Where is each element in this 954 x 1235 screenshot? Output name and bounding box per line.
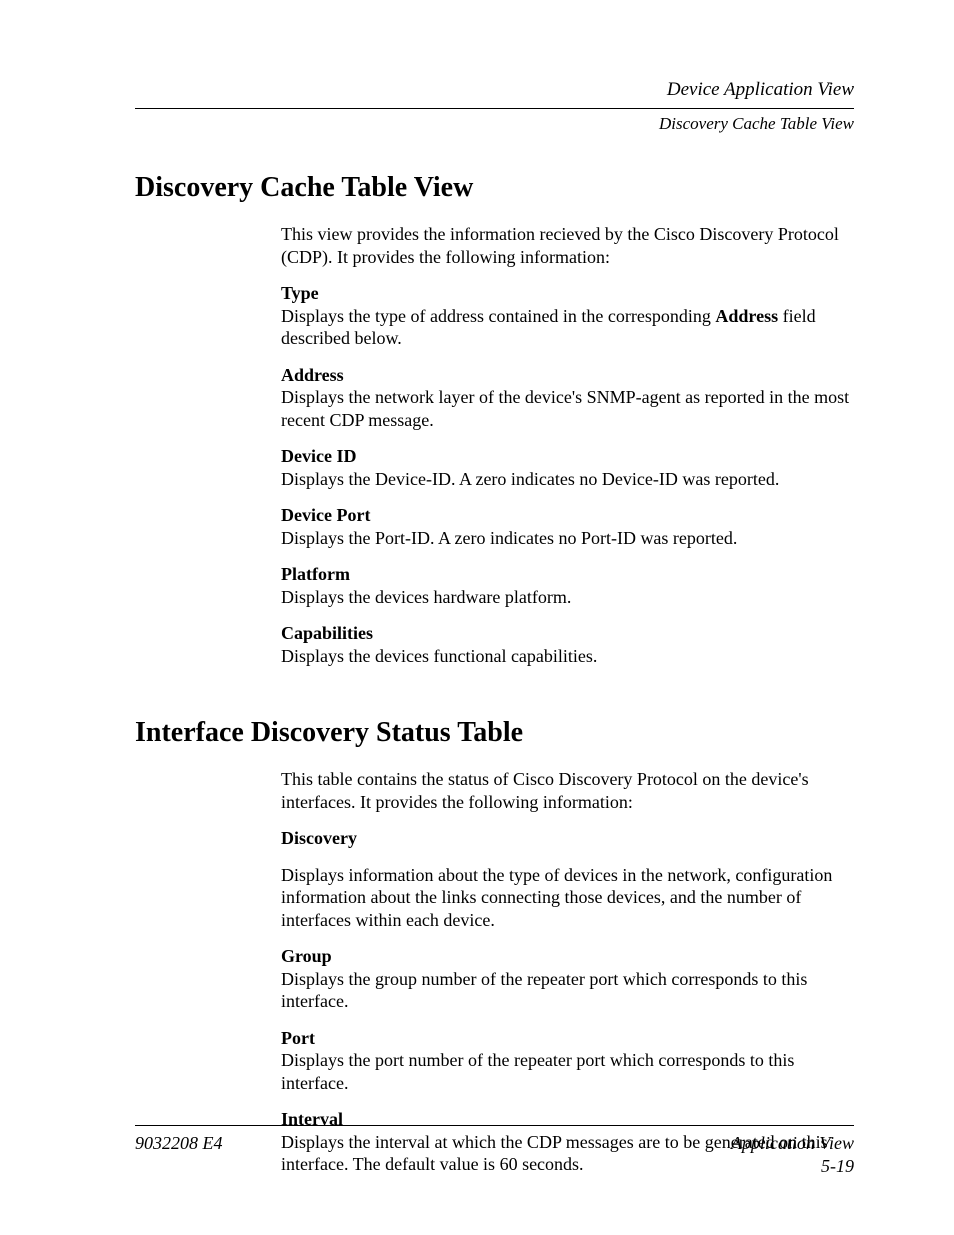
footer-page-number: 5-19 xyxy=(731,1155,854,1178)
field-port: Port Displays the port number of the rep… xyxy=(281,1027,854,1095)
field-label: Device Port xyxy=(281,504,854,527)
section-intro: This view provides the information recie… xyxy=(281,223,854,268)
field-type: Type Displays the type of address contai… xyxy=(281,282,854,350)
field-device-id: Device ID Displays the Device-ID. A zero… xyxy=(281,445,854,490)
header-rule xyxy=(135,108,854,109)
field-body: Displays the Port-ID. A zero indicates n… xyxy=(281,527,854,550)
field-group: Group Displays the group number of the r… xyxy=(281,945,854,1013)
field-label: Discovery xyxy=(281,827,854,850)
field-address: Address Displays the network layer of th… xyxy=(281,364,854,432)
field-platform: Platform Displays the devices hardware p… xyxy=(281,563,854,608)
footer-row: 9032208 E4 Application View 5-19 xyxy=(135,1132,854,1177)
footer-right: Application View 5-19 xyxy=(731,1132,854,1177)
section-body: This table contains the status of Cisco … xyxy=(281,768,854,1176)
field-label: Device ID xyxy=(281,445,854,468)
section-heading: Discovery Cache Table View xyxy=(135,170,854,205)
field-body: Displays the group number of the repeate… xyxy=(281,968,854,1013)
footer-section-name: Application View xyxy=(731,1132,854,1155)
field-body: Displays the type of address contained i… xyxy=(281,305,854,350)
field-discovery: Discovery Displays information about the… xyxy=(281,827,854,931)
page-header: Device Application View Discovery Cache … xyxy=(135,78,854,134)
header-subtitle: Discovery Cache Table View xyxy=(135,113,854,134)
field-label: Group xyxy=(281,945,854,968)
field-capabilities: Capabilities Displays the devices functi… xyxy=(281,622,854,667)
field-body: Displays the Device-ID. A zero indicates… xyxy=(281,468,854,491)
field-label: Port xyxy=(281,1027,854,1050)
field-label: Capabilities xyxy=(281,622,854,645)
field-body: Displays information about the type of d… xyxy=(281,864,854,932)
page-footer: 9032208 E4 Application View 5-19 xyxy=(135,1125,854,1177)
field-body: Displays the network layer of the device… xyxy=(281,386,854,431)
field-body-text: Displays the type of address contained i… xyxy=(281,306,715,326)
field-label: Address xyxy=(281,364,854,387)
field-body: Displays the port number of the repeater… xyxy=(281,1049,854,1094)
field-device-port: Device Port Displays the Port-ID. A zero… xyxy=(281,504,854,549)
field-label: Platform xyxy=(281,563,854,586)
field-label: Type xyxy=(281,282,854,305)
footer-rule xyxy=(135,1125,854,1126)
section-body: This view provides the information recie… xyxy=(281,223,854,667)
footer-left: 9032208 E4 xyxy=(135,1132,223,1177)
page: Device Application View Discovery Cache … xyxy=(135,78,854,1165)
field-body: Displays the devices hardware platform. xyxy=(281,586,854,609)
field-body: Displays the devices functional capabili… xyxy=(281,645,854,668)
header-title: Device Application View xyxy=(135,78,854,106)
section-intro: This table contains the status of Cisco … xyxy=(281,768,854,813)
section-heading: Interface Discovery Status Table xyxy=(135,715,854,750)
field-body-bold: Address xyxy=(715,306,778,326)
